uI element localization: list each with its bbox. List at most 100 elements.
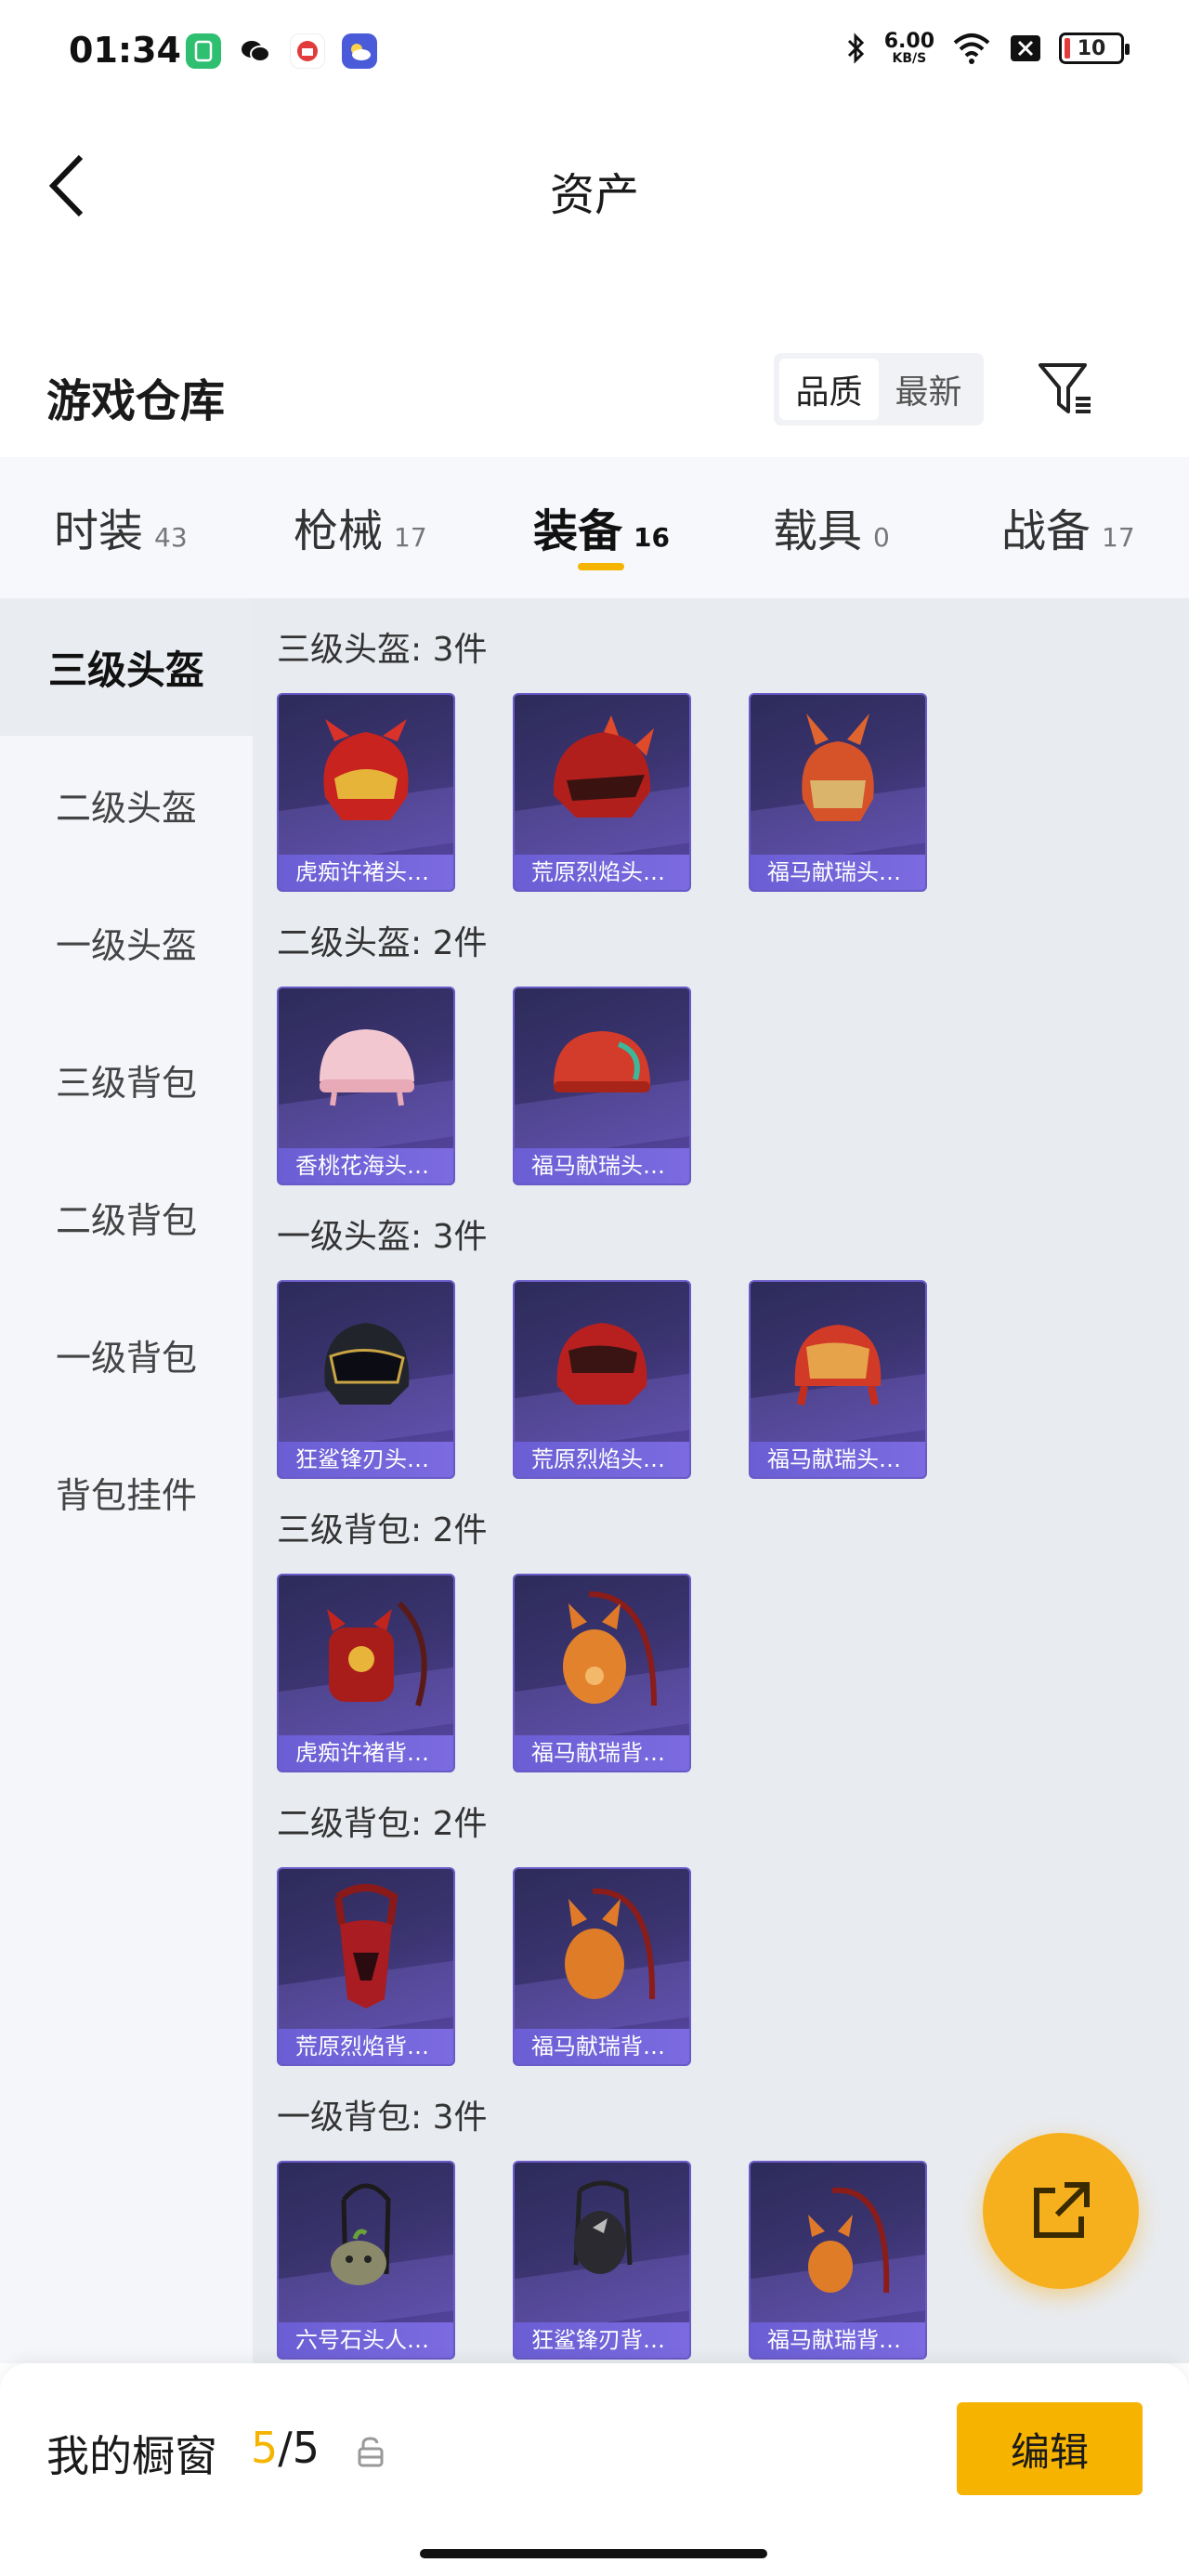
edit-button[interactable]: 编辑 — [957, 2402, 1143, 2495]
item-card[interactable]: 福马献瑞背… — [513, 1867, 691, 2066]
section-title-level2-helmet: 二级头盔: 2件 — [277, 924, 488, 962]
assets-page: 01:34 6.00 KB/S 10 资产 游戏仓库 品质 最新 时装 43 枪… — [0, 0, 1189, 2576]
tab-vehicles[interactable]: 载具 0 — [773, 494, 890, 559]
item-card[interactable]: 荒原烈焰头… — [513, 693, 691, 892]
helmet-icon — [320, 1029, 414, 1106]
backpack-icon — [334, 1884, 399, 2008]
helmet-icon — [554, 1031, 650, 1092]
tab-combat-gear[interactable]: 战备 17 — [1001, 494, 1135, 559]
tab-label: 装备 — [533, 505, 623, 557]
helmet-icon — [802, 713, 874, 821]
tab-equipment[interactable]: 装备 16 — [533, 494, 670, 559]
item-card[interactable]: 香桃花海头… — [277, 987, 455, 1185]
item-name: 福马献瑞头… — [751, 855, 925, 890]
item-name: 荒原烈焰头… — [515, 855, 689, 890]
sidebar-item-level3-backpack[interactable]: 三级背包 — [0, 1011, 253, 1148]
tab-label: 载具 — [773, 505, 863, 557]
tab-count: 17 — [394, 522, 427, 553]
item-card[interactable]: 荒原烈焰背… — [277, 1867, 455, 2066]
item-card[interactable]: 荒原烈焰头… — [513, 1280, 691, 1479]
helmet-icon — [553, 715, 654, 817]
item-name: 虎痴许褚头… — [279, 855, 453, 890]
status-time: 01:34 — [69, 30, 181, 71]
sidebar-item-backpack-charm[interactable]: 背包挂件 — [0, 1423, 253, 1561]
item-card[interactable]: 福马献瑞头… — [513, 987, 691, 1185]
item-name: 福马献瑞头… — [751, 1442, 925, 1477]
item-name: 荒原烈焰头… — [515, 1442, 689, 1477]
item-name: 福马献瑞背… — [515, 1735, 689, 1771]
status-app-icons — [186, 33, 377, 69]
item-card[interactable]: 虎痴许褚头… — [277, 693, 455, 892]
item-card[interactable]: 福马献瑞背… — [749, 2161, 927, 2360]
battery-indicator: 10 — [1059, 33, 1130, 64]
item-card[interactable]: 狂鲨锋刃背… — [513, 2161, 691, 2360]
item-card[interactable]: 六号石头人… — [277, 2161, 455, 2360]
subcategory-sidebar: 三级头盔 二级头盔 一级头盔 三级背包 二级背包 一级背包 背包挂件 — [0, 598, 253, 2363]
sort-option-quality[interactable]: 品质 — [779, 359, 879, 420]
tab-count: 17 — [1102, 522, 1135, 553]
home-indicator[interactable] — [420, 2549, 767, 2558]
item-card[interactable]: 福马献瑞头… — [749, 1280, 927, 1479]
news-app-icon — [290, 33, 325, 69]
lock-icon — [358, 2437, 384, 2467]
backpack-icon — [327, 1601, 427, 1706]
section-title-level2-backpack: 二级背包: 2件 — [277, 1805, 488, 1843]
tab-weapons[interactable]: 枪械 17 — [294, 494, 427, 559]
active-tab-indicator — [578, 563, 624, 570]
wechat-icon — [238, 33, 273, 69]
section-title-level1-backpack: 一级背包: 3件 — [277, 2099, 488, 2137]
share-fab[interactable] — [983, 2133, 1139, 2289]
item-name: 六号石头人… — [279, 2322, 453, 2358]
status-bar: 01:34 6.00 KB/S 10 — [0, 0, 1189, 102]
wifi-icon — [953, 33, 990, 64]
item-card[interactable]: 福马献瑞背… — [513, 1574, 691, 1772]
sort-option-newest[interactable]: 最新 — [879, 359, 978, 420]
tab-fashion[interactable]: 时装 43 — [54, 494, 188, 559]
showcase-bar: 我的橱窗 5/5 编辑 — [0, 2363, 1189, 2576]
backpack-icon — [563, 1591, 657, 1706]
section-title-level3-helmet: 三级头盔: 3件 — [277, 631, 488, 669]
item-name: 狂鲨锋刃头… — [279, 1442, 453, 1477]
sidebar-item-level1-backpack[interactable]: 一级背包 — [0, 1286, 253, 1423]
tab-count: 0 — [873, 522, 890, 553]
sidebar-item-level2-helmet[interactable]: 二级头盔 — [0, 736, 253, 873]
network-speed: 6.00 KB/S — [883, 30, 934, 66]
item-name: 虎痴许褚背… — [279, 1735, 453, 1771]
helmet-icon — [323, 719, 409, 820]
bluetooth-icon — [847, 33, 864, 64]
sim-off-icon — [1011, 35, 1040, 61]
showcase-total: 5 — [292, 2423, 320, 2473]
share-external-icon — [1034, 2182, 1090, 2238]
tab-label: 战备 — [1001, 505, 1091, 557]
page-title: 资产 — [549, 169, 639, 221]
sidebar-item-level1-helmet[interactable]: 一级头盔 — [0, 873, 253, 1011]
battery-level-bar — [1065, 38, 1070, 59]
weather-app-icon — [342, 33, 377, 69]
item-name: 福马献瑞背… — [751, 2322, 925, 2358]
section-title-level3-backpack: 三级背包: 2件 — [277, 1511, 488, 1550]
helmet-icon — [324, 1323, 410, 1405]
top-header: 资产 — [0, 130, 1189, 242]
helmet-icon — [556, 1323, 647, 1405]
tab-count: 16 — [634, 522, 670, 553]
item-card[interactable]: 虎痴许褚背… — [277, 1574, 455, 1772]
item-name: 福马献瑞头… — [515, 1148, 689, 1183]
sidebar-item-level2-backpack[interactable]: 二级背包 — [0, 1148, 253, 1286]
item-card[interactable]: 福马献瑞头… — [749, 693, 927, 892]
showcase-count: 5/5 — [251, 2423, 320, 2473]
item-name: 狂鲨锋刃背… — [515, 2322, 689, 2358]
section-title-level1-helmet: 一级头盔: 3件 — [277, 1218, 488, 1256]
tab-label: 枪械 — [294, 505, 384, 557]
item-card[interactable]: 狂鲨锋刃头… — [277, 1280, 455, 1479]
helmet-icon — [794, 1325, 882, 1406]
warehouse-header: 游戏仓库 品质 最新 — [0, 344, 1189, 437]
category-tabs: 时装 43 枪械 17 装备 16 载具 0 战备 17 — [0, 457, 1189, 598]
network-speed-value: 6.00 — [883, 30, 934, 53]
backpack-icon — [565, 1888, 656, 2000]
battery-level: 10 — [1077, 36, 1106, 60]
item-name: 香桃花海头… — [279, 1148, 453, 1183]
warehouse-title: 游戏仓库 — [46, 375, 226, 427]
filter-button[interactable] — [1033, 357, 1098, 422]
sidebar-item-level3-helmet[interactable]: 三级头盔 — [0, 598, 253, 736]
showcase-label: 我的橱窗 — [46, 2431, 217, 2481]
